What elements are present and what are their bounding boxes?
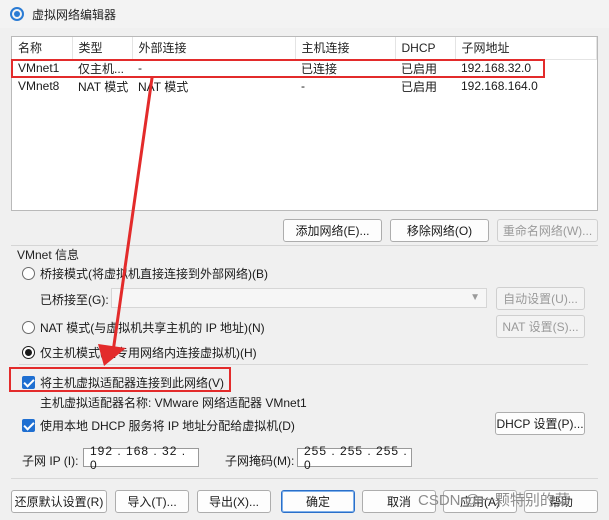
column-header-dhcp[interactable]: DHCP [395, 37, 456, 60]
add-network-button[interactable]: 添加网络(E)... [283, 219, 382, 242]
remove-network-button[interactable]: 移除网络(O) [390, 219, 489, 242]
export-button[interactable]: 导出(X)... [197, 490, 271, 513]
table-row[interactable]: VMnet8 NAT 模式 NAT 模式 - 已启用 192.168.164.0 [12, 77, 597, 95]
column-header-type[interactable]: 类型 [72, 37, 133, 60]
checkbox-indicator[interactable] [22, 419, 35, 432]
subnet-ip-label: 子网 IP (I): [22, 454, 79, 468]
column-header-external[interactable]: 外部连接 [132, 37, 296, 60]
column-header-subnet[interactable]: 子网地址 [455, 37, 597, 60]
dhcp-checkbox[interactable]: 使用本地 DHCP 服务将 IP 地址分配给虚拟机(D) [22, 417, 295, 434]
cell-name: VMnet1 [12, 59, 72, 77]
rename-network-button[interactable]: 重命名网络(W)... [497, 219, 598, 242]
bridge-mode-label: 桥接模式(将虚拟机直接连接到外部网络)(B) [40, 267, 268, 281]
column-header-name[interactable]: 名称 [12, 37, 73, 60]
bridge-mode-radio[interactable]: 桥接模式(将虚拟机直接连接到外部网络)(B) [22, 265, 268, 282]
host-only-mode-label: 仅主机模式(在专用网络内连接虚拟机)(H) [40, 346, 257, 360]
table-row[interactable]: VMnet1 仅主机... - 已连接 已启用 192.168.32.0 [12, 59, 597, 77]
connect-host-adapter-checkbox[interactable]: 将主机虚拟适配器连接到此网络(V) [22, 374, 224, 391]
footer-divider [11, 478, 598, 479]
column-header-host[interactable]: 主机连接 [295, 37, 396, 60]
cell-external: NAT 模式 [138, 79, 189, 94]
radio-indicator[interactable] [22, 267, 35, 280]
ok-button[interactable]: 确定 [281, 490, 355, 513]
section-divider [19, 364, 588, 365]
network-globe-icon [10, 7, 24, 21]
bridged-to-label: 已桥接至(G): [40, 293, 109, 307]
nat-mode-radio[interactable]: NAT 模式(与虚拟机共享主机的 IP 地址)(N) [22, 319, 265, 336]
subnet-ip-input[interactable]: 192 . 168 . 32 . 0 [83, 444, 199, 472]
auto-settings-button[interactable]: 自动设置(U)... [496, 287, 585, 310]
watermark: CSDN @一颗特别的菜 [418, 492, 570, 509]
cell-type: NAT 模式 [78, 79, 129, 94]
connect-host-adapter-label: 将主机虚拟适配器连接到此网络(V) [40, 376, 224, 390]
adapter-name-label: 主机虚拟适配器名称: VMware 网络适配器 VMnet1 [40, 396, 307, 410]
restore-defaults-button[interactable]: 还原默认设置(R) [11, 490, 107, 513]
cell-host: 已连接 [295, 59, 395, 77]
title-bar: 虚拟网络编辑器 [0, 0, 609, 28]
checkbox-indicator[interactable] [22, 376, 35, 389]
cell-name: VMnet8 [18, 79, 60, 93]
subnet-mask-label: 子网掩码(M): [225, 454, 295, 468]
nat-settings-button[interactable]: NAT 设置(S)... [496, 315, 585, 338]
cell-external: - [132, 59, 295, 77]
cell-subnet: 192.168.32.0 [455, 59, 597, 77]
nat-mode-label: NAT 模式(与虚拟机共享主机的 IP 地址)(N) [40, 321, 265, 335]
cell-dhcp: 已启用 [401, 79, 438, 94]
chevron-down-icon: ▼ [470, 292, 480, 303]
table-header-row: 名称 类型 外部连接 主机连接 DHCP 子网地址 [12, 37, 597, 60]
radio-indicator[interactable] [22, 321, 35, 334]
vmnet-info-group-label: VMnet 信息 [17, 248, 80, 262]
host-only-mode-radio[interactable]: 仅主机模式(在专用网络内连接虚拟机)(H) [22, 344, 257, 361]
dhcp-label: 使用本地 DHCP 服务将 IP 地址分配给虚拟机(D) [40, 419, 295, 433]
cell-dhcp: 已启用 [395, 59, 455, 77]
cell-host: - [301, 79, 305, 93]
network-list[interactable]: 名称 类型 外部连接 主机连接 DHCP 子网地址 VMnet1 仅主机... … [11, 36, 598, 211]
dhcp-settings-button[interactable]: DHCP 设置(P)... [495, 412, 585, 435]
cell-subnet: 192.168.164.0 [461, 79, 538, 93]
radio-indicator[interactable] [22, 346, 35, 359]
group-divider [11, 245, 598, 246]
bridged-to-select[interactable]: ▼ [111, 288, 487, 308]
import-button[interactable]: 导入(T)... [115, 490, 189, 513]
cell-type: 仅主机... [72, 59, 132, 77]
subnet-mask-input[interactable]: 255 . 255 . 255 . 0 [297, 444, 412, 472]
window-title: 虚拟网络编辑器 [32, 7, 117, 22]
